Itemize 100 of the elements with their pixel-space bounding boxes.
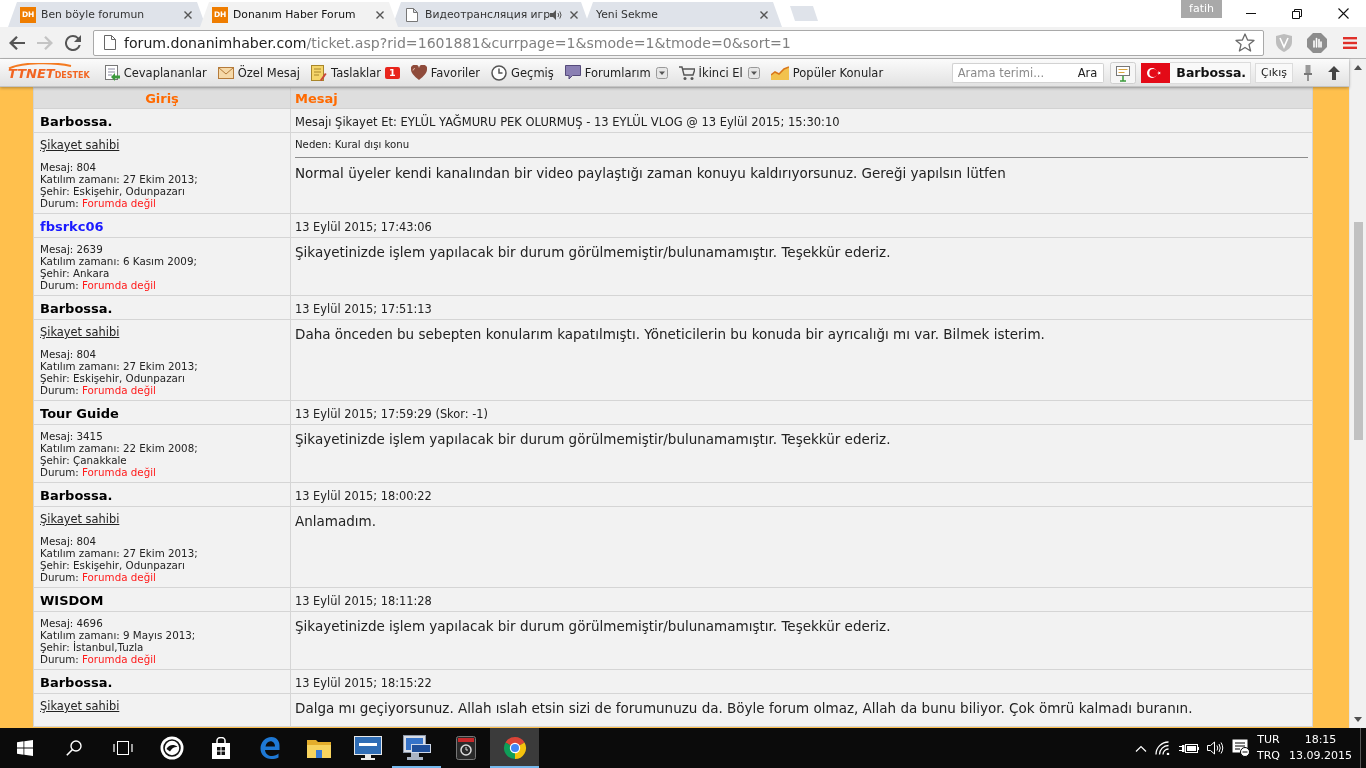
post-date: 13 Eylül 2015; 18:15:22: [295, 676, 432, 690]
close-icon[interactable]: [184, 10, 192, 19]
up-arrow-icon[interactable]: [1328, 65, 1340, 80]
stop-hand-icon[interactable]: [1307, 32, 1327, 53]
complaint-reason: Neden: Kural dışı konu: [295, 139, 410, 151]
user-stat: Katılım zamanı: 27 Ekim 2013;: [40, 547, 198, 559]
taskbar-app-button[interactable]: [490, 728, 539, 768]
post-message: Şikayetinizde işlem yapılacak bir durum görülmemiştir/bulunamamıştır. Teşekkür ederiz.: [295, 618, 891, 634]
author-name[interactable]: fbsrkc06: [40, 219, 104, 234]
author-name[interactable]: Tour Guide: [40, 406, 119, 421]
author-name[interactable]: Barbossa.: [40, 488, 113, 503]
toolbar-link[interactable]: Cevaplananlar: [103, 64, 207, 81]
user-stat: Mesaj: 3415: [40, 430, 103, 442]
toolbar-link[interactable]: Taslaklar 1: [311, 64, 400, 81]
color-wheel-icon: [502, 736, 527, 760]
user-stat: Katılım zamanı: 27 Ekim 2013;: [40, 173, 198, 185]
camera-icon: [455, 736, 476, 760]
clock-icon: [491, 64, 508, 81]
flag-icon: [1141, 62, 1171, 83]
complainant-link[interactable]: Şikayet sahibi: [40, 699, 120, 714]
post-date: 13 Eylül 2015; 18:11:28: [295, 594, 432, 608]
user-stat: Mesaj: 804: [40, 535, 97, 547]
column-header: Mesaj: [290, 87, 1313, 109]
post-date: 13 Eylül 2015; 17:51:13: [295, 302, 432, 316]
username-link[interactable]: Barbossa.: [1170, 61, 1252, 84]
back-icon[interactable]: [9, 35, 25, 50]
toolbar-link[interactable]: Favoriler: [410, 65, 481, 80]
user-stat: Mesaj: 804: [40, 348, 97, 360]
easel-icon[interactable]: [1110, 61, 1137, 84]
author-name[interactable]: Barbossa.: [40, 301, 113, 316]
pin-icon[interactable]: [1304, 64, 1312, 81]
user-stat: Şehir: İstanbul,Tuzla: [40, 641, 144, 653]
column-header: Giriş: [33, 87, 291, 109]
close-icon[interactable]: [760, 10, 768, 19]
toolbar-link[interactable]: Popüler Konular: [770, 65, 884, 80]
author-name[interactable]: Barbossa.: [40, 675, 113, 690]
battery-icon[interactable]: [1179, 742, 1199, 754]
folder-icon: [306, 738, 331, 758]
heart-icon: [410, 65, 427, 80]
page-icon: [406, 7, 418, 22]
user-status: Durum: Forumda değil: [40, 197, 156, 209]
post-message: Daha önceden bu sebepten konularım kapatılmıştı. Yöneticilerin bu konuda bir ayrıcalığı mı var. Bilmek isterim.: [295, 326, 1045, 342]
complainant-link[interactable]: Şikayet sahibi: [40, 325, 120, 340]
user-stat: Katılım zamanı: 27 Ekim 2013;: [40, 360, 198, 372]
post-message: Anlamadım.: [295, 513, 376, 529]
bookmark-star-icon[interactable]: [1235, 33, 1255, 52]
swoosh-icon: [8, 63, 72, 69]
search-icon: [65, 740, 82, 756]
restore-icon: [1292, 8, 1302, 19]
reload-icon[interactable]: [65, 34, 81, 51]
trend-chart-icon: [770, 65, 789, 80]
close-icon[interactable]: [376, 10, 384, 19]
clock-button[interactable]: 18:15 13.09.2015: [1283, 728, 1360, 768]
caret-up-icon[interactable]: [1135, 744, 1147, 752]
close-icon[interactable]: [570, 10, 579, 19]
browser-tab[interactable]: Yeni Sekme: [584, 2, 782, 27]
toolbar-link[interactable]: İkinci El: [678, 64, 760, 81]
complainant-link[interactable]: Şikayet sahibi: [40, 138, 120, 153]
speaker-icon[interactable]: [1207, 741, 1224, 755]
post-message: Şikayetinizde işlem yapılacak bir durum görülmemiştir/bulunamamıştır. Teşekkür ederiz.: [295, 244, 891, 260]
post-date: 13 Eylül 2015; 17:43:06: [295, 220, 432, 234]
user-stat: Şehir: Eskişehir, Odunpazarı: [40, 185, 185, 197]
close-icon: [1337, 8, 1349, 19]
author-name[interactable]: Barbossa.: [40, 114, 113, 129]
address-bar[interactable]: forum.donanimhaber.com/ticket.asp?rid=1601881&currpage=1&smode=1&tmode=0&sort=1: [93, 29, 1264, 56]
envelope-icon: [217, 66, 234, 79]
post-message: Normal üyeler kendi kanalından bir video paylaştığı zaman konuyu kaldırıyorsunuz. Gereği yapılsın lütfen: [295, 165, 1006, 181]
post-date: 13 Eylül 2015; 17:59:29 (Skor: -1): [295, 407, 489, 421]
post-message: Şikayetinizde işlem yapılacak bir durum görülmemiştir/bulunamamıştır. Teşekkür ederiz.: [295, 431, 891, 447]
user-stat: Şehir: Çanakkale: [40, 454, 127, 466]
dropdown-icon[interactable]: [655, 66, 668, 79]
menu-icon[interactable]: [1343, 36, 1357, 49]
toolbar-link[interactable]: Forumlarım: [564, 65, 668, 80]
scrollbar[interactable]: [1349, 59, 1366, 728]
computer-icon: [402, 735, 431, 761]
circle-logo-icon: [159, 736, 184, 760]
scroll-down-icon[interactable]: [1354, 717, 1362, 722]
e-logo-icon: [258, 737, 281, 759]
shopping-bag-icon: [210, 737, 231, 759]
page-icon: [104, 35, 116, 50]
dropdown-icon[interactable]: [747, 66, 760, 79]
toolbar-link[interactable]: Geçmiş: [491, 64, 554, 81]
author-name[interactable]: WISDOM: [40, 593, 104, 608]
language-button[interactable]: TUR TRQ: [1254, 728, 1283, 768]
minimize-icon: [1246, 13, 1256, 14]
complainant-link[interactable]: Şikayet sahibi: [40, 512, 120, 527]
user-stat: Şehir: Eskişehir, Odunpazarı: [40, 372, 185, 384]
user-stat: Katılım zamanı: 9 Mayıs 2013;: [40, 629, 196, 641]
logout-button[interactable]: Çıkış: [1255, 62, 1293, 83]
post-date: 13 Eylül 2015; 18:00:22: [295, 489, 432, 503]
toolbar-link[interactable]: Özel Mesaj: [217, 65, 301, 80]
cart-icon: [678, 64, 695, 81]
scrollbar-thumb[interactable]: [1353, 222, 1363, 440]
post-subject: Mesajı Şikayet Et: EYLÜL YAĞMURU PEK OLURMUŞ - 13 EYLÜL VLOG @ 13 Eylül 2015; 15:30:10: [295, 115, 840, 129]
notification-icon[interactable]: [1232, 739, 1250, 757]
user-stat: Katılım zamanı: 22 Ekim 2008;: [40, 442, 198, 454]
user-status: Durum: Forumda değil: [40, 384, 156, 396]
wifi-icon[interactable]: [1155, 741, 1171, 755]
scroll-up-icon[interactable]: [1354, 65, 1362, 70]
chat-icon: [564, 65, 581, 80]
